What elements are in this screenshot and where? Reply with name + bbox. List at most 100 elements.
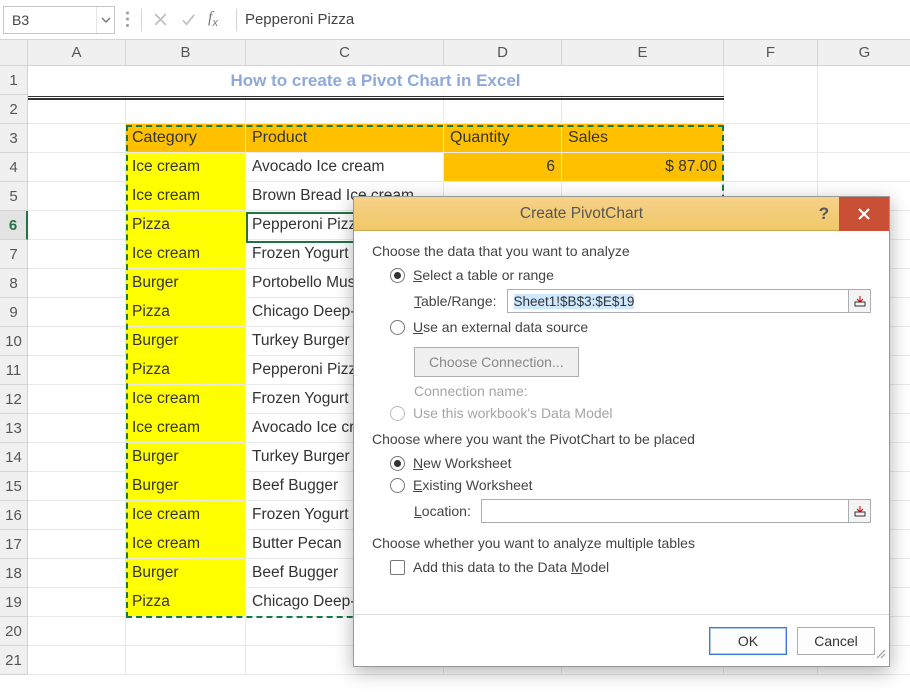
cell[interactable]: Burger <box>126 443 246 472</box>
cell[interactable] <box>126 646 246 675</box>
cell[interactable] <box>818 124 910 153</box>
cell[interactable]: Product <box>246 124 444 153</box>
cell[interactable] <box>28 124 126 153</box>
column-header-D[interactable]: D <box>444 40 562 66</box>
cell[interactable]: Category <box>126 124 246 153</box>
cell[interactable] <box>28 588 126 617</box>
row-header-2[interactable]: 2 <box>0 95 28 124</box>
cell[interactable] <box>28 240 126 269</box>
row-header-14[interactable]: 14 <box>0 443 28 472</box>
row-header-18[interactable]: 18 <box>0 559 28 588</box>
formula-value[interactable]: Pepperoni Pizza <box>241 11 354 28</box>
column-header-F[interactable]: F <box>724 40 818 66</box>
cell[interactable]: Quantity <box>444 124 562 153</box>
name-box[interactable]: B3 <box>3 6 115 34</box>
cell[interactable]: Ice cream <box>126 182 246 211</box>
cell[interactable] <box>28 617 126 646</box>
row-header-12[interactable]: 12 <box>0 385 28 414</box>
row-header-4[interactable]: 4 <box>0 153 28 182</box>
row-header-15[interactable]: 15 <box>0 472 28 501</box>
column-header-E[interactable]: E <box>562 40 724 66</box>
cell[interactable] <box>818 153 910 182</box>
cell[interactable] <box>28 472 126 501</box>
radio-new-worksheet[interactable]: New Worksheet <box>390 455 871 471</box>
collapse-dialog-icon[interactable] <box>849 289 871 313</box>
radio-select-range[interactable]: Select a table or range <box>390 267 871 283</box>
cell[interactable]: Pizza <box>126 298 246 327</box>
cell[interactable] <box>28 327 126 356</box>
row-header-8[interactable]: 8 <box>0 269 28 298</box>
page-title[interactable]: How to create a Pivot Chart in Excel <box>28 66 724 95</box>
radio-external-source[interactable]: Use an external data source <box>390 319 871 335</box>
cell[interactable] <box>28 530 126 559</box>
column-header-C[interactable]: C <box>246 40 444 66</box>
cell[interactable] <box>818 95 910 124</box>
cell[interactable] <box>28 182 126 211</box>
checkbox-add-to-model[interactable]: Add this data to the Data Model <box>390 559 871 575</box>
row-header-5[interactable]: 5 <box>0 182 28 211</box>
row-header-11[interactable]: 11 <box>0 356 28 385</box>
row-header-17[interactable]: 17 <box>0 530 28 559</box>
row-header-1[interactable]: 1 <box>0 66 28 95</box>
cell[interactable] <box>28 298 126 327</box>
cell[interactable] <box>724 66 818 95</box>
cell[interactable] <box>126 617 246 646</box>
ok-button[interactable]: OK <box>709 627 787 655</box>
select-all-corner[interactable] <box>0 40 28 66</box>
cell[interactable] <box>28 269 126 298</box>
radio-existing-worksheet[interactable]: Existing Worksheet <box>390 477 871 493</box>
cell[interactable] <box>28 559 126 588</box>
column-header-B[interactable]: B <box>126 40 246 66</box>
help-button[interactable]: ? <box>809 197 839 231</box>
cell[interactable] <box>28 443 126 472</box>
cell[interactable] <box>28 211 126 240</box>
resize-grip-icon[interactable] <box>874 646 886 664</box>
row-header-9[interactable]: 9 <box>0 298 28 327</box>
cell[interactable] <box>28 385 126 414</box>
row-header-16[interactable]: 16 <box>0 501 28 530</box>
fx-icon[interactable]: fx <box>208 9 218 29</box>
cell[interactable] <box>28 501 126 530</box>
cell[interactable]: Ice cream <box>126 501 246 530</box>
cell[interactable]: Burger <box>126 559 246 588</box>
column-header-A[interactable]: A <box>28 40 126 66</box>
cell[interactable] <box>724 153 818 182</box>
row-header-20[interactable]: 20 <box>0 617 28 646</box>
cell[interactable]: Burger <box>126 472 246 501</box>
row-header-21[interactable]: 21 <box>0 646 28 675</box>
cell[interactable] <box>724 95 818 124</box>
cell[interactable] <box>28 646 126 675</box>
cell[interactable]: Pizza <box>126 211 246 240</box>
close-button[interactable] <box>839 197 889 231</box>
cell[interactable]: Pizza <box>126 588 246 617</box>
cell[interactable] <box>28 153 126 182</box>
cell[interactable]: Sales <box>562 124 724 153</box>
cell[interactable]: Pizza <box>126 356 246 385</box>
cell[interactable]: 6 <box>444 153 562 182</box>
cell[interactable] <box>818 66 910 95</box>
table-range-input[interactable]: Sheet1!$B$3:$E$19 <box>507 289 849 313</box>
collapse-dialog-icon[interactable] <box>849 499 871 523</box>
cell[interactable] <box>724 124 818 153</box>
cell[interactable] <box>28 356 126 385</box>
row-header-10[interactable]: 10 <box>0 327 28 356</box>
cell[interactable]: Ice cream <box>126 530 246 559</box>
cancel-button[interactable]: Cancel <box>797 627 875 655</box>
dialog-titlebar[interactable]: Create PivotChart ? <box>354 197 889 231</box>
cell[interactable]: $ 87.00 <box>562 153 724 182</box>
location-input[interactable] <box>481 499 849 523</box>
row-header-19[interactable]: 19 <box>0 588 28 617</box>
name-box-dropdown[interactable] <box>96 7 114 33</box>
row-header-7[interactable]: 7 <box>0 240 28 269</box>
cell[interactable]: Ice cream <box>126 240 246 269</box>
cell[interactable]: Avocado Ice cream <box>246 153 444 182</box>
cell[interactable]: Ice cream <box>126 153 246 182</box>
cell[interactable]: Ice cream <box>126 385 246 414</box>
row-header-3[interactable]: 3 <box>0 124 28 153</box>
column-header-G[interactable]: G <box>818 40 910 66</box>
cell[interactable]: Burger <box>126 269 246 298</box>
row-header-13[interactable]: 13 <box>0 414 28 443</box>
row-header-6[interactable]: 6 <box>0 211 28 240</box>
cell[interactable]: Burger <box>126 327 246 356</box>
cell[interactable]: Ice cream <box>126 414 246 443</box>
